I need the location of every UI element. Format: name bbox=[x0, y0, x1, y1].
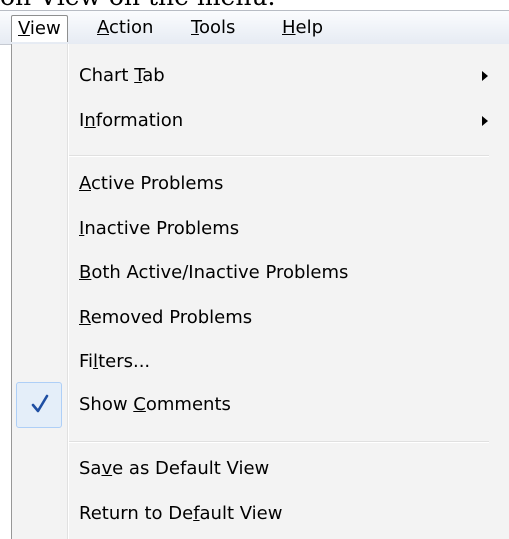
menu-tools[interactable]: Tools bbox=[191, 17, 235, 39]
checkmark-icon bbox=[31, 394, 49, 413]
menu-item-return-to-default-view[interactable]: Return to Default View bbox=[79, 499, 282, 529]
menu-item-inactive-problems[interactable]: Inactive Problems bbox=[79, 214, 239, 244]
menu-gutter-highlight bbox=[68, 44, 69, 539]
menu-item-filters[interactable]: Filters... bbox=[79, 347, 150, 377]
menu-separator bbox=[69, 155, 489, 157]
show-comments-check-indicator bbox=[16, 382, 62, 428]
menu-item-chart-tab[interactable]: Chart Tab bbox=[79, 61, 165, 91]
menu-help[interactable]: Help bbox=[282, 17, 323, 39]
menu-item-removed-problems[interactable]: Removed Problems bbox=[79, 303, 252, 333]
menu-item-save-as-default-view[interactable]: Save as Default View bbox=[79, 454, 269, 484]
menu-item-active-problems[interactable]: Active Problems bbox=[79, 169, 223, 199]
submenu-arrow-icon bbox=[482, 116, 488, 126]
menu-view[interactable]: View bbox=[11, 15, 68, 42]
menu-action[interactable]: Action bbox=[97, 17, 153, 39]
menu-item-show-comments[interactable]: Show Comments bbox=[79, 390, 231, 420]
menu-bar: View Action Tools Help bbox=[0, 10, 509, 45]
submenu-arrow-icon bbox=[482, 71, 488, 81]
menu-item-both-active-inactive-problems[interactable]: Both Active/Inactive Problems bbox=[79, 258, 348, 288]
menu-separator bbox=[69, 441, 489, 443]
menu-item-information[interactable]: Information bbox=[79, 106, 183, 136]
view-dropdown-menu: Chart Tab Information Active Problems In… bbox=[11, 44, 509, 539]
